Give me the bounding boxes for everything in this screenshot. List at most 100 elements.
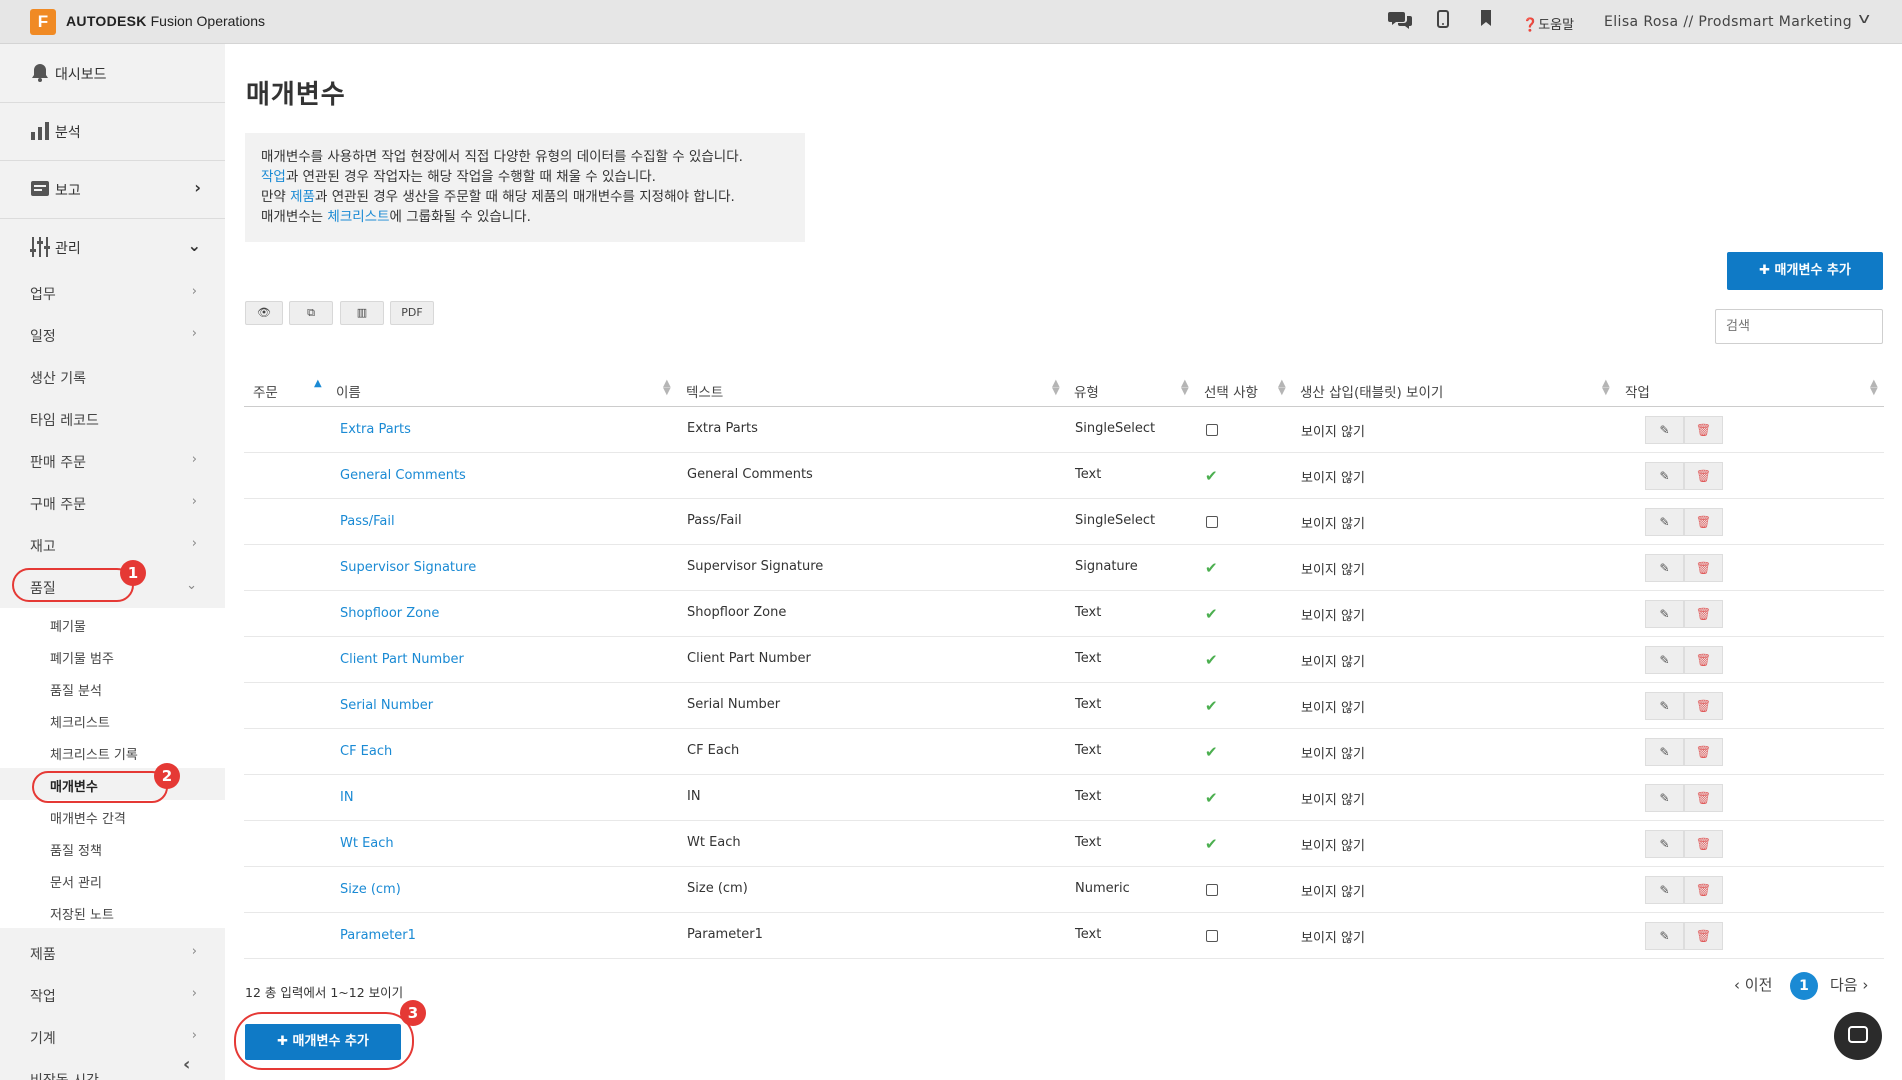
edit-button[interactable]: ✎ <box>1645 600 1684 628</box>
sort-icon[interactable]: ▲ ▼ <box>1602 379 1610 397</box>
mobile-icon[interactable] <box>1437 10 1449 33</box>
delete-button[interactable]: 🗑 <box>1684 738 1723 766</box>
sort-icon[interactable]: ▲ ▼ <box>1278 379 1286 397</box>
sidebar-item-inventory[interactable]: 재고 › <box>0 524 225 566</box>
sort-icon[interactable]: ▲ ▼ <box>1870 379 1878 397</box>
tablet-visibility: 보이지 않기 <box>1301 701 1365 716</box>
parameter-name-link[interactable]: Serial Number <box>340 698 433 713</box>
prev-page-link[interactable]: ‹ 이전 <box>1734 974 1772 995</box>
sidebar-item-products[interactable]: 제품 › <box>0 932 225 974</box>
help-link[interactable]: ❓도움말 <box>1522 14 1574 33</box>
edit-button[interactable]: ✎ <box>1645 876 1684 904</box>
column-order[interactable]: 주문 <box>253 381 278 401</box>
sidebar-subitem-scrap-categories[interactable]: 폐기물 범주 <box>0 640 225 672</box>
excel-export-button[interactable]: ▥ <box>340 301 384 325</box>
column-text[interactable]: 텍스트 <box>686 381 723 401</box>
pdf-export-button[interactable]: PDF <box>390 301 434 325</box>
app-logo[interactable]: F <box>30 9 56 35</box>
trash-icon: 🗑 <box>1695 929 1712 943</box>
collapse-sidebar-icon[interactable]: ‹ <box>183 1054 190 1075</box>
delete-button[interactable]: 🗑 <box>1684 876 1723 904</box>
sidebar-item-schedule[interactable]: 일정 › <box>0 314 225 356</box>
edit-button[interactable]: ✎ <box>1645 416 1684 444</box>
sidebar-subitem-document-management[interactable]: 문서 관리 <box>0 864 225 896</box>
edit-button[interactable]: ✎ <box>1645 830 1684 858</box>
sidebar-subitem-parameter-intervals[interactable]: 매개변수 간격 <box>0 800 225 832</box>
chevron-down-icon[interactable]: v <box>1858 11 1870 27</box>
column-optional[interactable]: 선택 사항 <box>1204 381 1258 401</box>
sidebar-item-downtime[interactable]: 비작동 시간 <box>0 1058 225 1080</box>
parameter-name-link[interactable]: Shopfloor Zone <box>340 606 439 621</box>
sort-icon[interactable]: ▲ ▼ <box>1181 379 1189 397</box>
delete-button[interactable]: 🗑 <box>1684 922 1723 950</box>
sidebar-item-reports[interactable]: 보고 › <box>0 160 225 218</box>
parameter-name-link[interactable]: General Comments <box>340 468 466 483</box>
user-menu[interactable]: Elisa Rosa // Prodsmart Marketing <box>1604 14 1852 30</box>
delete-button[interactable]: 🗑 <box>1684 830 1723 858</box>
sort-asc-icon[interactable]: ▲ <box>314 379 322 389</box>
parameter-name-link[interactable]: Pass/Fail <box>340 514 395 529</box>
parameter-name-link[interactable]: Supervisor Signature <box>340 560 476 575</box>
edit-button[interactable]: ✎ <box>1645 554 1684 582</box>
add-parameter-button-top[interactable]: ✚ 매개변수 추가 <box>1727 252 1883 290</box>
delete-button[interactable]: 🗑 <box>1684 646 1723 674</box>
parameter-name-link[interactable]: Parameter1 <box>340 928 416 943</box>
sidebar-item-sales-orders[interactable]: 판매 주문 › <box>0 440 225 482</box>
edit-button[interactable]: ✎ <box>1645 646 1684 674</box>
delete-button[interactable]: 🗑 <box>1684 416 1723 444</box>
parameter-name-link[interactable]: Wt Each <box>340 836 394 851</box>
bookmark-icon[interactable] <box>1481 10 1491 31</box>
copy-button[interactable]: ⧉ <box>289 301 333 325</box>
sort-icon[interactable]: ▲ ▼ <box>663 379 671 397</box>
edit-button[interactable]: ✎ <box>1645 692 1684 720</box>
sidebar-item-purchase-orders[interactable]: 구매 주문 › <box>0 482 225 524</box>
chat-icon[interactable] <box>1388 10 1412 35</box>
edit-button[interactable]: ✎ <box>1645 784 1684 812</box>
column-visible[interactable]: 생산 삽입(태블릿) 보이기 <box>1300 381 1443 401</box>
delete-button[interactable]: 🗑 <box>1684 784 1723 812</box>
parameter-name-link[interactable]: IN <box>340 790 354 805</box>
tasks-link[interactable]: 작업 <box>261 169 286 185</box>
parameter-type: Text <box>1075 835 1102 850</box>
edit-button[interactable]: ✎ <box>1645 462 1684 490</box>
chat-launcher-button[interactable] <box>1834 1012 1882 1060</box>
delete-button[interactable]: 🗑 <box>1684 462 1723 490</box>
sidebar-item-machines[interactable]: 기계 › <box>0 1016 225 1058</box>
sort-icon[interactable]: ▲ ▼ <box>1052 379 1060 397</box>
sidebar-item-tasks[interactable]: 업무 › <box>0 272 225 314</box>
edit-icon: ✎ <box>1659 515 1670 529</box>
sidebar-item-production-records[interactable]: 생산 기록 <box>0 356 225 398</box>
edit-button[interactable]: ✎ <box>1645 922 1684 950</box>
sidebar-item-time-records[interactable]: 타임 레코드 <box>0 398 225 440</box>
sidebar-subitem-checklists[interactable]: 체크리스트 <box>0 704 225 736</box>
delete-button[interactable]: 🗑 <box>1684 600 1723 628</box>
parameter-name-link[interactable]: CF Each <box>340 744 392 759</box>
sidebar-subitem-quality-analysis[interactable]: 품질 분석 <box>0 672 225 704</box>
sidebar-subitem-scrap[interactable]: 폐기물 <box>0 608 225 640</box>
sidebar-subitem-checklist-records[interactable]: 체크리스트 기록 <box>0 736 225 768</box>
edit-button[interactable]: ✎ <box>1645 508 1684 536</box>
sidebar-item-dashboard[interactable]: 대시보드 <box>0 44 225 102</box>
checklists-link[interactable]: 체크리스트 <box>327 209 389 225</box>
sidebar-item-manage[interactable]: 관리 ⌄ <box>0 218 225 276</box>
parameter-name-link[interactable]: Client Part Number <box>340 652 464 667</box>
column-actions[interactable]: 작업 <box>1625 381 1650 401</box>
sidebar-subitem-saved-notes[interactable]: 저장된 노트 <box>0 896 225 928</box>
toggle-columns-button[interactable]: 👁 <box>245 301 283 325</box>
column-type[interactable]: 유형 <box>1074 381 1099 401</box>
column-name[interactable]: 이름 <box>336 381 361 401</box>
next-page-link[interactable]: 다음 › <box>1830 974 1868 995</box>
delete-button[interactable]: 🗑 <box>1684 554 1723 582</box>
parameter-name-link[interactable]: Extra Parts <box>340 422 411 437</box>
page-number-current[interactable]: 1 <box>1790 972 1818 1000</box>
sidebar-subitem-quality-policies[interactable]: 품질 정책 <box>0 832 225 864</box>
delete-button[interactable]: 🗑 <box>1684 508 1723 536</box>
delete-button[interactable]: 🗑 <box>1684 692 1723 720</box>
sidebar-item-work[interactable]: 작업 › <box>0 974 225 1016</box>
parameter-name-link[interactable]: Size (cm) <box>340 882 401 897</box>
add-parameter-button-bottom[interactable]: ✚ 매개변수 추가 <box>245 1024 401 1060</box>
sidebar-item-analysis[interactable]: 분석 <box>0 102 225 160</box>
search-input[interactable] <box>1715 309 1883 344</box>
products-link[interactable]: 제품 <box>290 189 315 205</box>
edit-button[interactable]: ✎ <box>1645 738 1684 766</box>
